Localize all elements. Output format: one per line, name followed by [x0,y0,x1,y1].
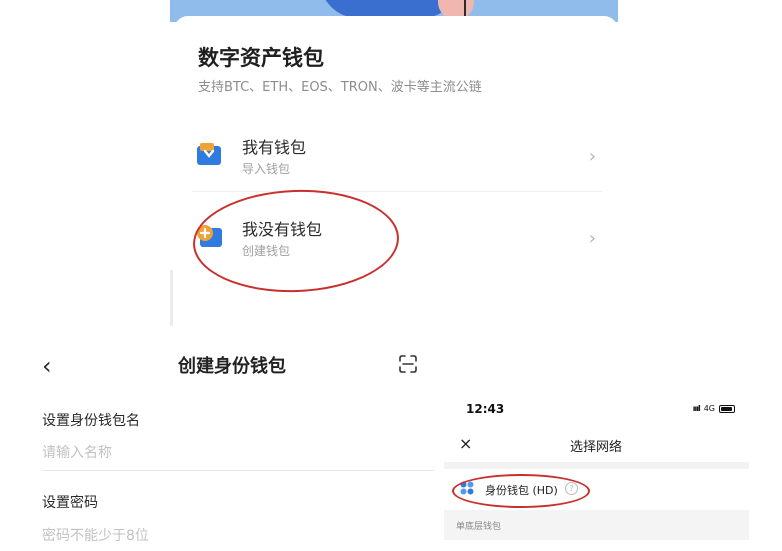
wallet-card: 数字资产钱包 支持BTC、ETH、EOS、TRON、波卡等主流公链 我有钱包 导… [174,16,618,326]
highlight-circle [452,474,590,508]
wallet-title: 数字资产钱包 [198,46,324,70]
wallet-name-input[interactable] [42,442,434,464]
chevron-right-icon: › [588,228,596,249]
option-have-wallet[interactable]: 我有钱包 导入钱包 › [192,120,602,192]
wallet-subtitle: 支持BTC、ETH、EOS、TRON、波卡等主流公链 [198,80,482,95]
wallet-name-label: 设置身份钱包名 [42,413,140,429]
wallet-intro-panel: 数字资产钱包 支持BTC、ETH、EOS、TRON、波卡等主流公链 我有钱包 导… [170,0,618,326]
scan-icon[interactable] [398,354,418,374]
select-network-panel: 12:43 ıııl 4G × 选择网络 身份钱包 (HD) ? 单底层钱包 [444,390,749,551]
option-label: 我有钱包 [242,138,307,157]
chevron-right-icon: › [588,146,596,167]
page-title: 创建身份钱包 [178,356,286,377]
divider [42,470,434,471]
page-title: 选择网络 [570,440,623,455]
password-input[interactable] [42,525,434,547]
network-type: 4G [703,404,715,413]
status-bar-indicators: ıııl 4G [693,404,735,413]
signal-icon: ıııl [692,404,701,413]
create-wallet-panel: ‹ 创建身份钱包 设置身份钱包名 设置密码 [0,330,440,551]
password-label: 设置密码 [42,495,98,511]
section-header: 单底层钱包 [444,510,749,540]
import-wallet-icon [197,143,221,165]
close-icon[interactable]: × [459,434,472,453]
back-button[interactable]: ‹ [42,352,52,380]
status-time: 12:43 [466,402,505,416]
section-label: 单底层钱包 [456,522,502,532]
option-sublabel: 导入钱包 [242,162,291,176]
battery-icon [719,404,735,413]
